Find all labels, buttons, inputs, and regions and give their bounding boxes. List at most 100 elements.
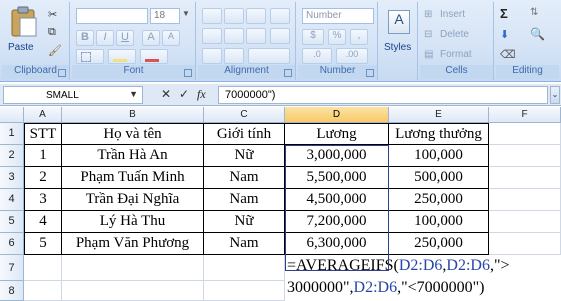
font-color-button[interactable] xyxy=(140,49,168,64)
currency-button[interactable]: $ xyxy=(302,29,324,45)
cell-b8[interactable] xyxy=(62,281,204,301)
delete-cells-button[interactable]: ⊟ Delete xyxy=(424,28,490,44)
header-cell-salary[interactable]: Lương xyxy=(285,123,389,145)
find-select-icon[interactable]: 🔍 xyxy=(530,27,545,41)
alignment-launcher-icon[interactable] xyxy=(284,69,292,77)
wrap-text-button[interactable] xyxy=(270,28,290,44)
row-header-7[interactable]: 7 xyxy=(0,255,24,281)
merge-center-button[interactable] xyxy=(248,48,290,64)
table-cell[interactable]: 3 xyxy=(24,189,62,211)
percent-button[interactable]: % xyxy=(328,29,346,45)
sort-filter-icon[interactable]: ⇅ xyxy=(530,7,538,18)
align-top-button[interactable] xyxy=(202,8,222,24)
format-painter-icon[interactable]: 🖌 xyxy=(48,44,62,57)
cell-f2[interactable] xyxy=(489,145,561,167)
table-cell[interactable]: 6,300,000 xyxy=(285,233,389,255)
table-cell[interactable]: Nam xyxy=(204,167,285,189)
name-box-dropdown-icon[interactable]: ▼ xyxy=(129,89,138,99)
number-launcher-icon[interactable] xyxy=(366,69,374,77)
select-all-button[interactable] xyxy=(0,107,24,123)
table-cell[interactable]: 4,500,000 xyxy=(285,189,389,211)
table-cell[interactable]: 4 xyxy=(24,211,62,233)
enter-icon[interactable]: ✓ xyxy=(179,87,189,101)
table-cell[interactable]: Lý Hà Thu xyxy=(62,211,204,233)
cell-b7[interactable] xyxy=(62,255,204,281)
header-cell-gender[interactable]: Giới tính xyxy=(204,123,285,145)
name-box[interactable]: SMALL ▼ xyxy=(3,86,143,104)
borders-button[interactable] xyxy=(76,49,104,64)
increase-indent-button[interactable] xyxy=(224,48,244,64)
grow-font-button[interactable]: A xyxy=(142,30,160,46)
column-header-c[interactable]: C xyxy=(204,107,285,123)
clear-icon[interactable]: ⌫ xyxy=(500,48,516,61)
table-cell[interactable]: Trần Đại Nghĩa xyxy=(62,189,204,211)
underline-button[interactable]: U xyxy=(116,30,134,46)
align-bottom-button[interactable] xyxy=(246,8,266,24)
paste-button[interactable]: Paste xyxy=(6,4,42,62)
decrease-decimal-button[interactable]: .00 xyxy=(336,48,368,64)
increase-decimal-button[interactable]: .0 xyxy=(302,48,332,64)
table-cell[interactable]: Nam xyxy=(204,189,285,211)
font-launcher-icon[interactable] xyxy=(184,69,192,77)
insert-function-icon[interactable]: fx xyxy=(197,87,206,102)
cell-f3[interactable] xyxy=(489,167,561,189)
cell-f1[interactable] xyxy=(489,123,561,145)
expand-formula-bar-icon[interactable]: ⌄ xyxy=(550,86,560,104)
cell-c7[interactable] xyxy=(204,255,285,281)
copy-icon[interactable]: ⧉ xyxy=(48,26,56,39)
table-cell[interactable]: 250,000 xyxy=(389,233,489,255)
cancel-icon[interactable]: ✕ xyxy=(161,87,171,101)
align-left-button[interactable] xyxy=(202,28,222,44)
table-cell[interactable]: 2 xyxy=(24,167,62,189)
header-cell-bonus[interactable]: Lương thưởng xyxy=(389,123,489,145)
cell-a7[interactable] xyxy=(24,255,62,281)
column-header-e[interactable]: E xyxy=(389,107,489,123)
column-header-a[interactable]: A xyxy=(24,107,62,123)
table-cell[interactable]: Nữ xyxy=(204,211,285,233)
align-right-button[interactable] xyxy=(246,28,266,44)
row-header-4[interactable]: 4 xyxy=(0,189,24,211)
cell-f6[interactable] xyxy=(489,233,561,255)
bold-button[interactable]: B xyxy=(76,30,94,46)
table-cell[interactable]: Nam xyxy=(204,233,285,255)
number-format-field[interactable]: Number xyxy=(302,8,374,24)
font-size-dropdown-icon[interactable]: ▼ xyxy=(182,9,190,18)
table-cell[interactable]: 1 xyxy=(24,145,62,167)
column-header-f[interactable]: F xyxy=(489,107,561,123)
italic-button[interactable]: I xyxy=(96,30,114,46)
format-cells-button[interactable]: ▤ Format xyxy=(424,48,490,64)
autosum-button[interactable]: Σ xyxy=(500,6,524,22)
header-cell-name[interactable]: Họ và tên xyxy=(62,123,204,145)
row-header-8[interactable]: 8 xyxy=(0,281,24,301)
comma-button[interactable]: , xyxy=(350,29,368,45)
table-cell[interactable]: Phạm Văn Phương xyxy=(62,233,204,255)
cell-c8[interactable] xyxy=(204,281,285,301)
table-cell[interactable]: 500,000 xyxy=(389,167,489,189)
fill-icon[interactable]: ⬇ xyxy=(500,28,509,41)
orientation-button[interactable] xyxy=(270,8,290,24)
clipboard-launcher-icon[interactable] xyxy=(58,69,66,77)
table-cell[interactable]: Phạm Tuấn Minh xyxy=(62,167,204,189)
row-header-1[interactable]: 1 xyxy=(0,123,24,145)
header-cell-stt[interactable]: STT xyxy=(24,123,62,145)
cell-a8[interactable] xyxy=(24,281,62,301)
table-cell[interactable]: Trần Hà An xyxy=(62,145,204,167)
font-size-field[interactable]: 18 xyxy=(150,8,180,24)
cell-f5[interactable] xyxy=(489,211,561,233)
row-header-2[interactable]: 2 xyxy=(0,145,24,167)
table-cell[interactable]: 100,000 xyxy=(389,145,489,167)
insert-cells-button[interactable]: ⊞ Insert xyxy=(424,8,490,24)
table-cell[interactable]: 5,500,000 xyxy=(285,167,389,189)
table-cell[interactable]: 3,000,000 xyxy=(285,145,389,167)
font-name-field[interactable] xyxy=(76,8,148,24)
column-header-b[interactable]: B xyxy=(62,107,204,123)
table-cell[interactable]: 250,000 xyxy=(389,189,489,211)
fill-color-button[interactable] xyxy=(108,49,136,64)
formula-input[interactable]: 7000000") xyxy=(218,86,548,104)
align-center-button[interactable] xyxy=(224,28,244,44)
row-header-6[interactable]: 6 xyxy=(0,233,24,255)
row-header-3[interactable]: 3 xyxy=(0,167,24,189)
table-cell[interactable]: 100,000 xyxy=(389,211,489,233)
table-cell[interactable]: 5 xyxy=(24,233,62,255)
row-header-5[interactable]: 5 xyxy=(0,211,24,233)
